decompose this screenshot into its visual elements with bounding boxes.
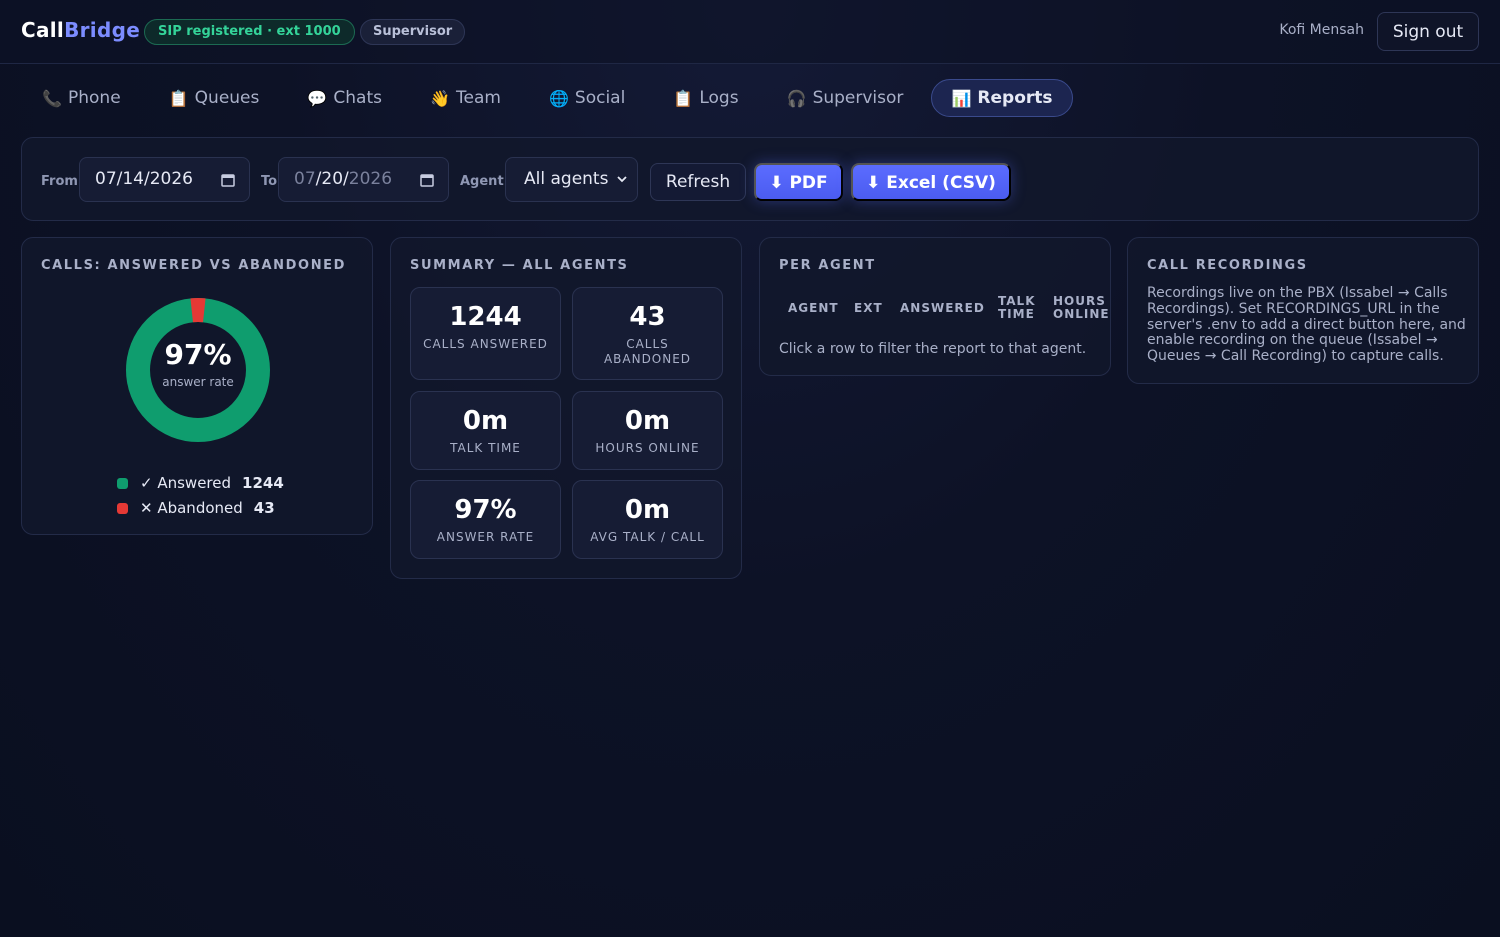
download-csv-button[interactable]: ⬇ Excel (CSV) [851, 163, 1011, 201]
column-header[interactable]: EXT [854, 302, 883, 315]
calls-answered-card: CALLS: ANSWERED VS ABANDONED 97% answer … [21, 237, 373, 535]
legend-swatch [117, 477, 128, 489]
to-date-input[interactable]: 07/20/2026 [278, 157, 449, 202]
calendar-icon[interactable] [420, 158, 434, 205]
calendar-icon[interactable] [221, 158, 235, 205]
answer-rate-caption: answer rate [162, 375, 234, 389]
phone-icon: 📞 [42, 88, 62, 108]
bar-chart-icon: 📊 [951, 88, 972, 108]
clipboard-icon: 📋 [168, 88, 189, 108]
card-title: CALL RECORDINGS [1147, 258, 1308, 273]
top-header: CallBridge SIP registered · ext 1000 Sup… [0, 0, 1500, 64]
clipboard-icon: 📋 [673, 88, 694, 108]
agent-label: Agent [460, 174, 504, 189]
tab-supervisor[interactable]: 🎧 Supervisor [767, 79, 924, 117]
call-recordings-card: CALL RECORDINGS Recordings live on the P… [1127, 237, 1479, 384]
tab-phone[interactable]: 📞 Phone [22, 79, 141, 117]
speech-bubble-icon: 💬 [307, 88, 328, 108]
tab-team[interactable]: 👋 Team [410, 79, 521, 117]
refresh-button[interactable]: Refresh [650, 163, 746, 201]
sign-out-button[interactable]: Sign out [1377, 12, 1479, 51]
column-header[interactable]: AGENT [788, 302, 839, 315]
tab-logs[interactable]: 📋 Logs [653, 79, 758, 117]
agent-select[interactable]: All agents [505, 157, 638, 202]
tab-social[interactable]: 🌐 Social [529, 79, 645, 117]
stat-hours-online: 0m HOURS ONLINE [572, 391, 723, 470]
from-label: From [41, 174, 78, 189]
column-header[interactable]: HOURS ONLINE [1053, 295, 1109, 321]
column-header[interactable]: TALK TIME [998, 295, 1042, 321]
column-header[interactable]: ANSWERED [900, 302, 985, 315]
report-filter-bar: From 07/14/2026 To 07/20/2026 Agent All … [21, 137, 1479, 221]
tab-reports[interactable]: 📊 Reports [931, 79, 1073, 117]
role-badge: Supervisor [360, 19, 466, 45]
stat-avg-talk: 0m AVG TALK / CALL [572, 480, 723, 559]
brand-logo: CallBridge [21, 18, 141, 42]
sip-status-badge: SIP registered · ext 1000 [144, 19, 355, 45]
user-name: Kofi Mensah [1279, 22, 1364, 38]
legend-answered: ✓ Answered 1244 [117, 474, 284, 492]
tab-queues[interactable]: 📋 Queues [149, 79, 280, 117]
card-title: CALLS: ANSWERED VS ABANDONED [41, 258, 347, 273]
summary-card: SUMMARY — ALL AGENTS 1244 CALLS ANSWERED… [390, 237, 742, 579]
headphones-icon: 🎧 [786, 88, 807, 108]
answer-rate-percent: 97% [164, 338, 232, 371]
stat-talk-time: 0m TALK TIME [410, 391, 561, 470]
tab-chats[interactable]: 💬 Chats [287, 79, 402, 117]
download-pdf-button[interactable]: ⬇ PDF [754, 163, 843, 201]
wave-hand-icon: 👋 [430, 88, 450, 108]
legend-abandoned: ✕ Abandoned 43 [117, 499, 275, 517]
card-title: SUMMARY — ALL AGENTS [410, 258, 629, 273]
legend-swatch [117, 502, 128, 514]
main-nav-tabs: 📞 Phone 📋 Queues 💬 Chats 👋 Team 🌐 Social 📋 Log… [22, 79, 1081, 117]
per-agent-hint: Click a row to filter the report to that… [779, 341, 1087, 357]
stat-calls-abandoned: 43 CALLS ABANDONED [572, 287, 723, 380]
globe-icon: 🌐 [548, 88, 569, 108]
to-label: To [261, 174, 278, 189]
stat-answer-rate: 97% ANSWER RATE [410, 480, 561, 559]
per-agent-table-header: AGENT EXT ANSWERED TALK TIME HOURS ONLIN… [760, 238, 1112, 328]
recordings-info-text: Recordings live on the PBX (Issabel → Ca… [1147, 285, 1466, 365]
from-date-input[interactable]: 07/14/2026 [79, 157, 250, 202]
stat-calls-answered: 1244 CALLS ANSWERED [410, 287, 561, 380]
chevron-down-icon [617, 158, 627, 201]
per-agent-card: PER AGENT AGENT EXT ANSWERED TALK TIME H… [759, 237, 1111, 376]
